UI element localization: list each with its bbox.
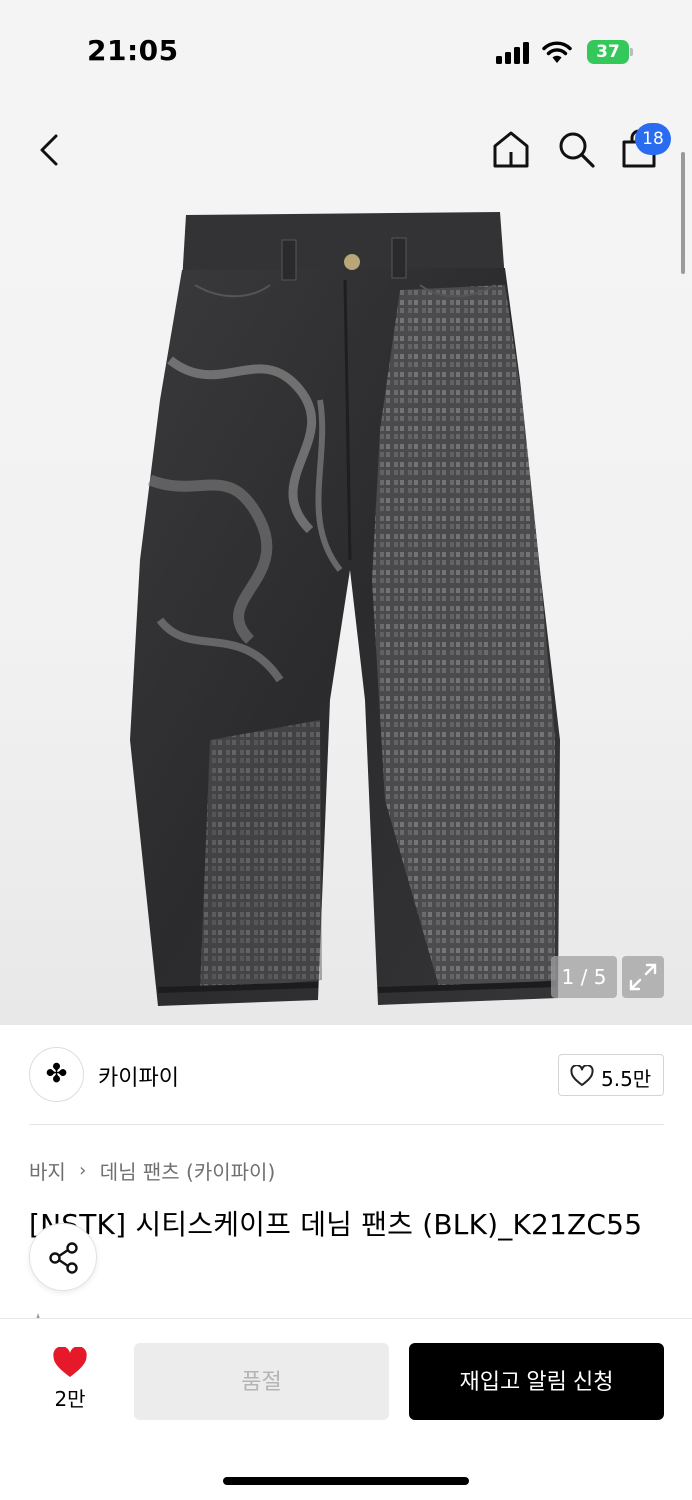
scrollbar[interactable] <box>681 152 685 274</box>
breadcrumb-category[interactable]: 바지 <box>29 1160 66 1184</box>
home-icon[interactable] <box>490 128 532 170</box>
wishlist-button[interactable]: 2만 <box>40 1347 100 1417</box>
breadcrumb: 바지 › 데님 팬츠 (카이파이) <box>29 1156 275 1185</box>
brand-name[interactable]: 카이파이 <box>98 1060 179 1092</box>
wifi-icon <box>542 41 572 63</box>
product-title: [NSTK] 시티스케이프 데님 팬츠 (BLK)_K21ZC55 <box>29 1208 643 1241</box>
cellular-signal-icon <box>496 42 530 64</box>
cart-count-badge: 18 <box>635 123 671 155</box>
divider <box>29 1124 664 1125</box>
share-icon <box>49 1242 78 1274</box>
soldout-button[interactable]: 품절 <box>134 1343 389 1420</box>
search-icon[interactable] <box>555 128 597 170</box>
brand-logo[interactable]: ✤ <box>29 1047 84 1102</box>
brand-row: ✤ 카이파이 5.5만 <box>0 1025 692 1125</box>
restock-alert-button[interactable]: 재입고 알림 신청 <box>409 1343 664 1420</box>
expand-icon[interactable] <box>622 956 664 998</box>
heart-outline-icon <box>570 1065 594 1086</box>
heart-filled-icon <box>53 1347 87 1377</box>
back-icon[interactable] <box>30 130 70 170</box>
image-counter: 1 / 5 <box>551 956 617 998</box>
brand-like-button[interactable]: 5.5만 <box>558 1054 664 1096</box>
wishlist-count: 2만 <box>54 1387 86 1411</box>
battery-level: 37 <box>587 40 629 64</box>
share-button[interactable] <box>29 1223 97 1291</box>
product-image <box>130 212 560 1006</box>
brand-like-count: 5.5만 <box>601 1067 652 1091</box>
battery-icon: 37 <box>587 40 633 64</box>
breadcrumb-subcategory[interactable]: 데님 팬츠 (카이파이) <box>100 1160 276 1184</box>
status-bar: 21:05 37 <box>0 0 692 100</box>
status-time: 21:05 <box>87 34 179 67</box>
bottom-action-bar: 2만 품절 재입고 알림 신청 <box>0 1318 692 1500</box>
chevron-right-icon: › <box>79 1160 87 1181</box>
product-image-gallery[interactable]: 18 1 / 5 <box>0 100 692 1025</box>
home-indicator[interactable] <box>223 1477 469 1485</box>
